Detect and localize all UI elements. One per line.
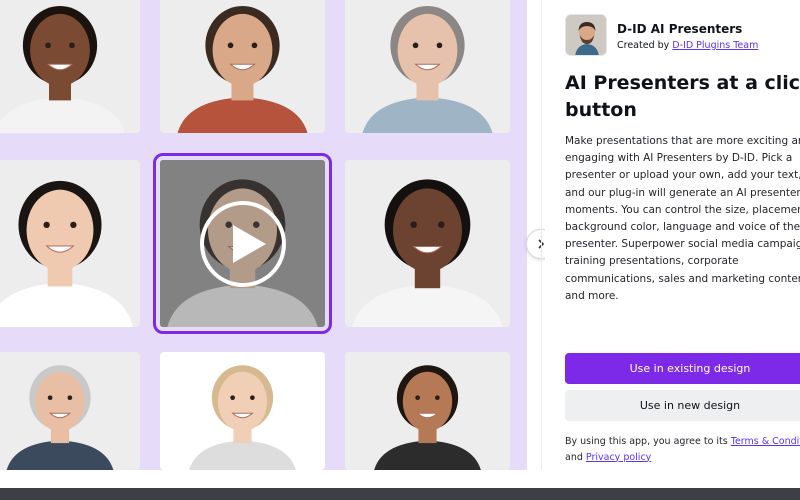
- presenter-tile[interactable]: [160, 0, 325, 133]
- presenter-tile[interactable]: [0, 0, 140, 133]
- presenter-tile[interactable]: [0, 352, 140, 470]
- terms-middle: and: [565, 451, 586, 463]
- description-line: Make presentations that are more excitin…: [565, 135, 800, 147]
- app-detail-page: D-ID AI Presenters Created by D-ID Plugi…: [0, 0, 800, 500]
- description-line: communications, sales and marketing cont…: [565, 272, 800, 285]
- description-line: and more.: [565, 289, 619, 302]
- app-author: Created by D-ID Plugins Team: [617, 40, 758, 51]
- bottom-bar: [0, 488, 800, 500]
- headline-line-2: button: [565, 99, 637, 121]
- description-line: presenter or upload your own, add your t…: [565, 169, 800, 182]
- presenter-photo: [160, 352, 325, 470]
- description-line: presenter. Superpower social media campa…: [565, 238, 800, 251]
- description-line: and our plug-in will generate an AI pres…: [565, 186, 800, 199]
- headline-line-1: AI Presenters at a click of a: [565, 72, 800, 94]
- presenter-tile[interactable]: [160, 352, 325, 470]
- presenter-gallery: [0, 0, 527, 470]
- presenter-tile[interactable]: [0, 160, 140, 327]
- panel-divider: [541, 0, 542, 470]
- presenter-photo: [0, 352, 140, 470]
- presenter-photo: [345, 0, 510, 133]
- author-prefix: Created by: [617, 40, 673, 51]
- terms-notice: By using this app, you agree to its Term…: [565, 434, 800, 465]
- description-line: background color, language and voice of …: [565, 221, 800, 234]
- app-description: Make presentations that are more excitin…: [565, 133, 800, 305]
- privacy-policy-link[interactable]: Privacy policy: [586, 452, 651, 463]
- app-info-panel: D-ID AI Presenters Created by D-ID Plugi…: [545, 0, 800, 470]
- description-line: training presentations, corporate: [565, 255, 739, 268]
- use-in-new-design-button[interactable]: Use in new design: [565, 390, 800, 421]
- presenter-photo: [345, 160, 510, 327]
- presenter-tile[interactable]: [345, 352, 510, 470]
- description-line: moments. You can control the size, place…: [565, 203, 800, 216]
- play-triangle-icon: [232, 224, 266, 263]
- presenter-photo: [0, 0, 140, 133]
- presenter-tile[interactable]: [345, 160, 510, 327]
- preview-overlay: [160, 160, 325, 327]
- app-icon: [565, 14, 607, 56]
- presenter-photo: [160, 0, 325, 133]
- play-icon[interactable]: [199, 200, 286, 287]
- app-headline: AI Presenters at a click of a button: [565, 70, 800, 124]
- presenter-photo: [345, 352, 510, 470]
- app-name: D-ID AI Presenters: [617, 22, 743, 36]
- presenter-tile[interactable]: [345, 0, 510, 133]
- description-line: engaging with AI Presenters by D-ID. Pic…: [565, 152, 793, 165]
- presenter-tile[interactable]: [153, 153, 332, 334]
- use-in-existing-design-button[interactable]: Use in existing design: [565, 353, 800, 384]
- presenter-photo: [0, 160, 140, 327]
- terms-conditions-link[interactable]: Terms & Conditions: [731, 436, 800, 447]
- terms-prefix: By using this app, you agree to its: [565, 436, 731, 447]
- author-link[interactable]: D-ID Plugins Team: [672, 40, 758, 51]
